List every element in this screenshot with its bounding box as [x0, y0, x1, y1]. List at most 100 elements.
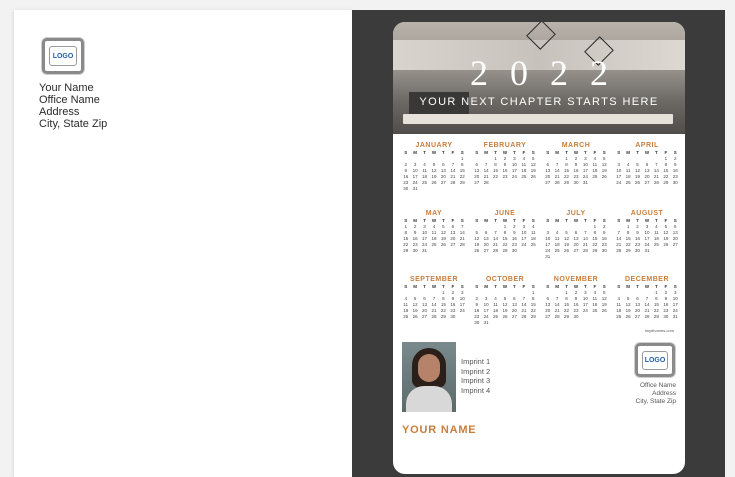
- day-cell: 26: [474, 248, 480, 253]
- day-cell: 28: [431, 314, 437, 319]
- day-cell: 25: [592, 308, 598, 313]
- day-grid: S M T W T F S 1 2 3 4 5 6 7 8 9 10 11 12 13 14 15 16 17 18 19 20 21…: [543, 284, 609, 320]
- card-office-name: Office Name: [639, 382, 676, 389]
- day-cell: 30: [511, 248, 517, 253]
- website-text: lloydhomes.com: [645, 328, 674, 333]
- month-name: SEPTEMBER: [409, 276, 459, 283]
- month-block: OCTOBER S M T W T F S 1 2 3 4 5 6 7 8 9 10 11 12 13 14 15 16 17 1…: [472, 276, 538, 326]
- day-cell: 31: [483, 320, 489, 325]
- day-cell: 30: [573, 314, 579, 319]
- day-cell: 26: [564, 248, 570, 253]
- day-cell: 28: [653, 180, 659, 185]
- imprint-4: Imprint 4: [461, 385, 491, 395]
- month-name: APRIL: [635, 142, 659, 149]
- day-cell: 26: [601, 174, 607, 179]
- day-cell: 25: [592, 174, 598, 179]
- return-city: City, State Zip: [39, 118, 108, 130]
- day-cell: 25: [625, 180, 631, 185]
- day-grid: S M T W T F S 1 2 3 4 5 6 7 8 9 10 11 12 13 14 15 16 17 18 19 20 21…: [543, 218, 609, 260]
- kitchen-photo: 2022 YOUR NEXT CHAPTER STARTS HERE: [393, 22, 685, 134]
- month-name: JUNE: [494, 210, 516, 217]
- day-cell: 27: [422, 314, 428, 319]
- day-cell: 31: [644, 248, 650, 253]
- day-cell: 30: [573, 180, 579, 185]
- day-cell: 27: [450, 242, 456, 247]
- month-block: DECEMBER S M T W T F S 1 2 3 4 5 6 7 8 9 10 11 12 13 14 15 16 17…: [614, 276, 680, 320]
- day-cell: 29: [440, 314, 446, 319]
- month-block: JULY S M T W T F S 1 2 3 4 5 6 7 8 9 10 11 12 13 14 15 16 17 18 19…: [543, 210, 609, 260]
- day-grid: S M T W T F S 1 2 3 4 5 6 7 8 9 10 11 12 13 14 15 16 17 18 19 20 21…: [472, 150, 538, 186]
- card-logo-badge: LOGO: [635, 343, 675, 377]
- day-grid: S M T W T F S 1 2 3 4 5 6 7 8 9 10 11 12 13 14 15 16 17 18 19 20 21…: [401, 150, 467, 192]
- day-cell: 25: [521, 174, 527, 179]
- day-cell: 28: [521, 314, 527, 319]
- day-grid: S M T W T F S 1 2 3 4 5 6 7 8 9 10 11 12 13 14 15 16 17 18 19 20 21…: [614, 284, 680, 320]
- tagline: YOUR NEXT CHAPTER STARTS HERE: [419, 96, 659, 108]
- day-cell: 29: [653, 314, 659, 319]
- day-cell: 27: [644, 180, 650, 185]
- day-cell: 29: [459, 180, 465, 185]
- day-cell: 28: [644, 314, 650, 319]
- day-cell: 29: [564, 180, 570, 185]
- calendar-card: 2022 YOUR NEXT CHAPTER STARTS HERE JANUA…: [393, 22, 685, 474]
- month-block: MAY S M T W T F S 1 2 3 4 5 6 7 8 9 10 11 12 13 14 15 16 17 18 19 2…: [401, 210, 467, 254]
- day-cell: 28: [582, 248, 588, 253]
- day-cell: 24: [582, 308, 588, 313]
- imprint-1: Imprint 1: [461, 357, 491, 366]
- card-office-address: Office Name Address City, State Zip: [636, 382, 676, 406]
- day-cell: 31: [545, 254, 551, 259]
- month-block: MARCH S M T W T F S 1 2 3 4 5 6 7 8 9 10 11 12 13 14 15 16 17 18 1…: [543, 142, 609, 186]
- day-cell: 24: [616, 180, 622, 185]
- day-cell: 27: [545, 180, 551, 185]
- day-cell: 26: [601, 308, 607, 313]
- month-name: FEBRUARY: [483, 142, 527, 149]
- day-cell: 25: [431, 242, 437, 247]
- day-cell: 27: [474, 180, 480, 185]
- day-grid: S M T W T F S 1 2 3 4 5 6 7 8 9 10 11 12 13 14 15 16 17 18 19 20 21…: [614, 150, 680, 186]
- day-cell: 27: [511, 314, 517, 319]
- day-grid: S M T W T F S 1 2 3 4 5 6 7 8 9 10 11 12 13 14 15 16 17 18 19 20 21…: [543, 150, 609, 186]
- logo-text: LOGO: [49, 46, 77, 66]
- month-name: MARCH: [561, 142, 591, 149]
- return-street: Address: [39, 106, 80, 118]
- month-name: AUGUST: [630, 210, 664, 217]
- day-cell: 31: [412, 186, 418, 191]
- day-cell: 25: [422, 180, 428, 185]
- month-block: SEPTEMBER S M T W T F S 1 2 3 4 5 6 7 8 9 10 11 12 13 14 15 16 1…: [401, 276, 467, 320]
- day-cell: 31: [582, 180, 588, 185]
- imprint-3: Imprint 3: [461, 376, 491, 385]
- day-cell: 26: [663, 242, 669, 247]
- photo-counter: [403, 114, 673, 124]
- day-cell: 24: [521, 242, 527, 247]
- month-block: JUNE S M T W T F S 1 2 3 4 5 6 7 8 9 10 11 12 13 14 15 16 17 18 19…: [472, 210, 538, 254]
- day-cell: 25: [530, 242, 536, 247]
- day-cell: 25: [616, 314, 622, 319]
- day-cell: 26: [625, 314, 631, 319]
- return-name: Your Name: [39, 82, 94, 94]
- day-cell: 30: [601, 248, 607, 253]
- day-cell: 26: [412, 314, 418, 319]
- day-cell: 26: [502, 314, 508, 319]
- day-grid: S M T W T F S 1 2 3 4 5 6 7 8 9 10 11 12 13 14 15 16 17 18 19 20 21…: [614, 218, 680, 254]
- day-grid: S M T W T F S 1 2 3 4 5 6 7 8 9 10 11 12 13 14 15 16 17 18 19 20 21…: [472, 284, 538, 326]
- day-cell: 29: [403, 248, 409, 253]
- day-cell: 30: [450, 314, 456, 319]
- day-cell: 27: [635, 314, 641, 319]
- month-block: NOVEMBER S M T W T F S 1 2 3 4 5 6 7 8 9 10 11 12 13 14 15 16 17…: [543, 276, 609, 320]
- day-cell: 30: [403, 186, 409, 191]
- day-cell: 27: [440, 180, 446, 185]
- day-cell: 28: [493, 248, 499, 253]
- month-block: FEBRUARY S M T W T F S 1 2 3 4 5 6 7 8 9 10 11 12 13 14 15 16 17…: [472, 142, 538, 186]
- card-logo-text: LOGO: [642, 350, 668, 370]
- return-address: Your Name Office Name Address City, Stat…: [39, 82, 107, 130]
- day-cell: 30: [635, 248, 641, 253]
- day-cell: 26: [635, 180, 641, 185]
- day-cell: 25: [653, 242, 659, 247]
- month-name: MAY: [425, 210, 443, 217]
- day-cell: 27: [573, 248, 579, 253]
- day-cell: 29: [564, 314, 570, 319]
- envelope-panel: LOGO Your Name Office Name Address City,…: [14, 10, 352, 477]
- month-block: APRIL S M T W T F S 1 2 3 4 5 6 7 8 9 10 11 12 13 14 15 16 17 18 1…: [614, 142, 680, 186]
- day-cell: 25: [554, 248, 560, 253]
- return-office: Office Name: [39, 94, 100, 106]
